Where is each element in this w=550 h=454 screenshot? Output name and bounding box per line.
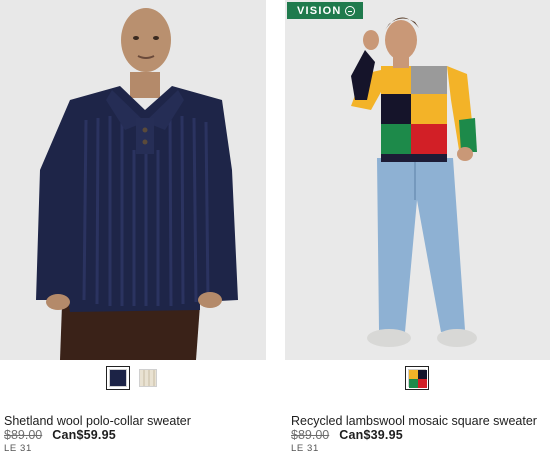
swatch-fill (408, 369, 427, 388)
color-swatch-navy[interactable] (106, 366, 130, 390)
sale-price: Can$59.95 (52, 428, 116, 442)
vision-badge: VISION (287, 2, 363, 19)
product-code: LE 31 (291, 443, 319, 454)
color-swatch-cream[interactable] (136, 366, 160, 390)
product-name[interactable]: Recycled lambswool mosaic square sweater (291, 414, 537, 428)
product-code: LE 31 (4, 443, 32, 454)
badge-label: VISION (297, 4, 342, 17)
original-price: $89.00 (291, 428, 330, 442)
color-swatches (0, 366, 266, 390)
color-swatch-mosaic[interactable] (405, 366, 429, 390)
original-price: $89.00 (4, 428, 43, 442)
product-image[interactable] (0, 0, 266, 360)
color-swatches (285, 366, 550, 390)
swatch-fill (139, 369, 157, 387)
product-image[interactable]: VISION (285, 0, 550, 360)
product-card[interactable]: VISION Recycled lambswool mosaic square … (285, 0, 550, 454)
product-name[interactable]: Shetland wool polo-collar sweater (4, 414, 191, 428)
price-row: $89.00 Can$59.95 (4, 428, 116, 442)
price-row: $89.00 Can$39.95 (291, 428, 403, 442)
sale-price: Can$39.95 (339, 428, 403, 442)
mosaic-swatch-icon (409, 370, 427, 388)
swatch-fill (109, 369, 127, 387)
vision-logo-icon (344, 5, 355, 16)
model-photo (285, 0, 550, 360)
product-card[interactable]: Shetland wool polo-collar sweater $89.00… (0, 0, 266, 454)
model-photo (0, 0, 266, 360)
